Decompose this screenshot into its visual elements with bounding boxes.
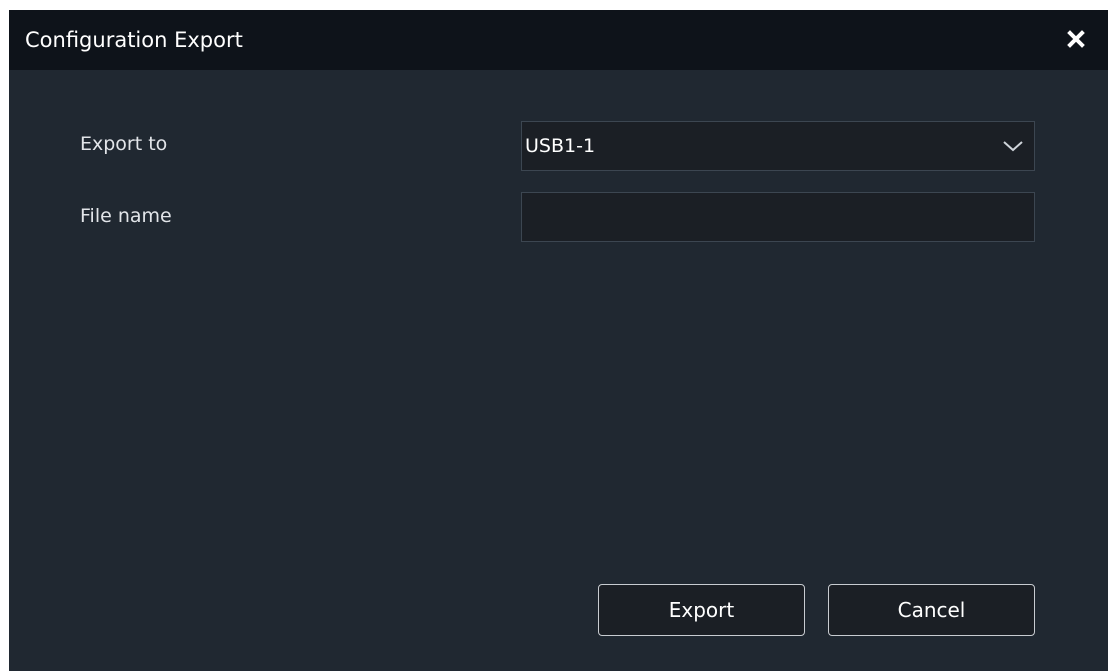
dialog-titlebar: Configuration Export bbox=[9, 10, 1108, 70]
export-to-selected-value: USB1-1 bbox=[525, 135, 596, 157]
close-icon bbox=[1067, 30, 1085, 48]
close-button[interactable] bbox=[1059, 24, 1093, 56]
export-to-select[interactable]: USB1-1 bbox=[521, 121, 1035, 171]
export-to-label: Export to bbox=[80, 133, 168, 155]
configuration-export-dialog: Configuration Export Export to USB1-1 Fi… bbox=[9, 10, 1108, 671]
chevron-down-icon bbox=[1003, 141, 1023, 152]
dialog-title: Configuration Export bbox=[25, 28, 243, 52]
cancel-button[interactable]: Cancel bbox=[828, 584, 1035, 636]
file-name-field bbox=[521, 192, 1035, 242]
file-name-input[interactable] bbox=[522, 193, 1034, 241]
export-button[interactable]: Export bbox=[598, 584, 805, 636]
file-name-label: File name bbox=[80, 205, 172, 227]
